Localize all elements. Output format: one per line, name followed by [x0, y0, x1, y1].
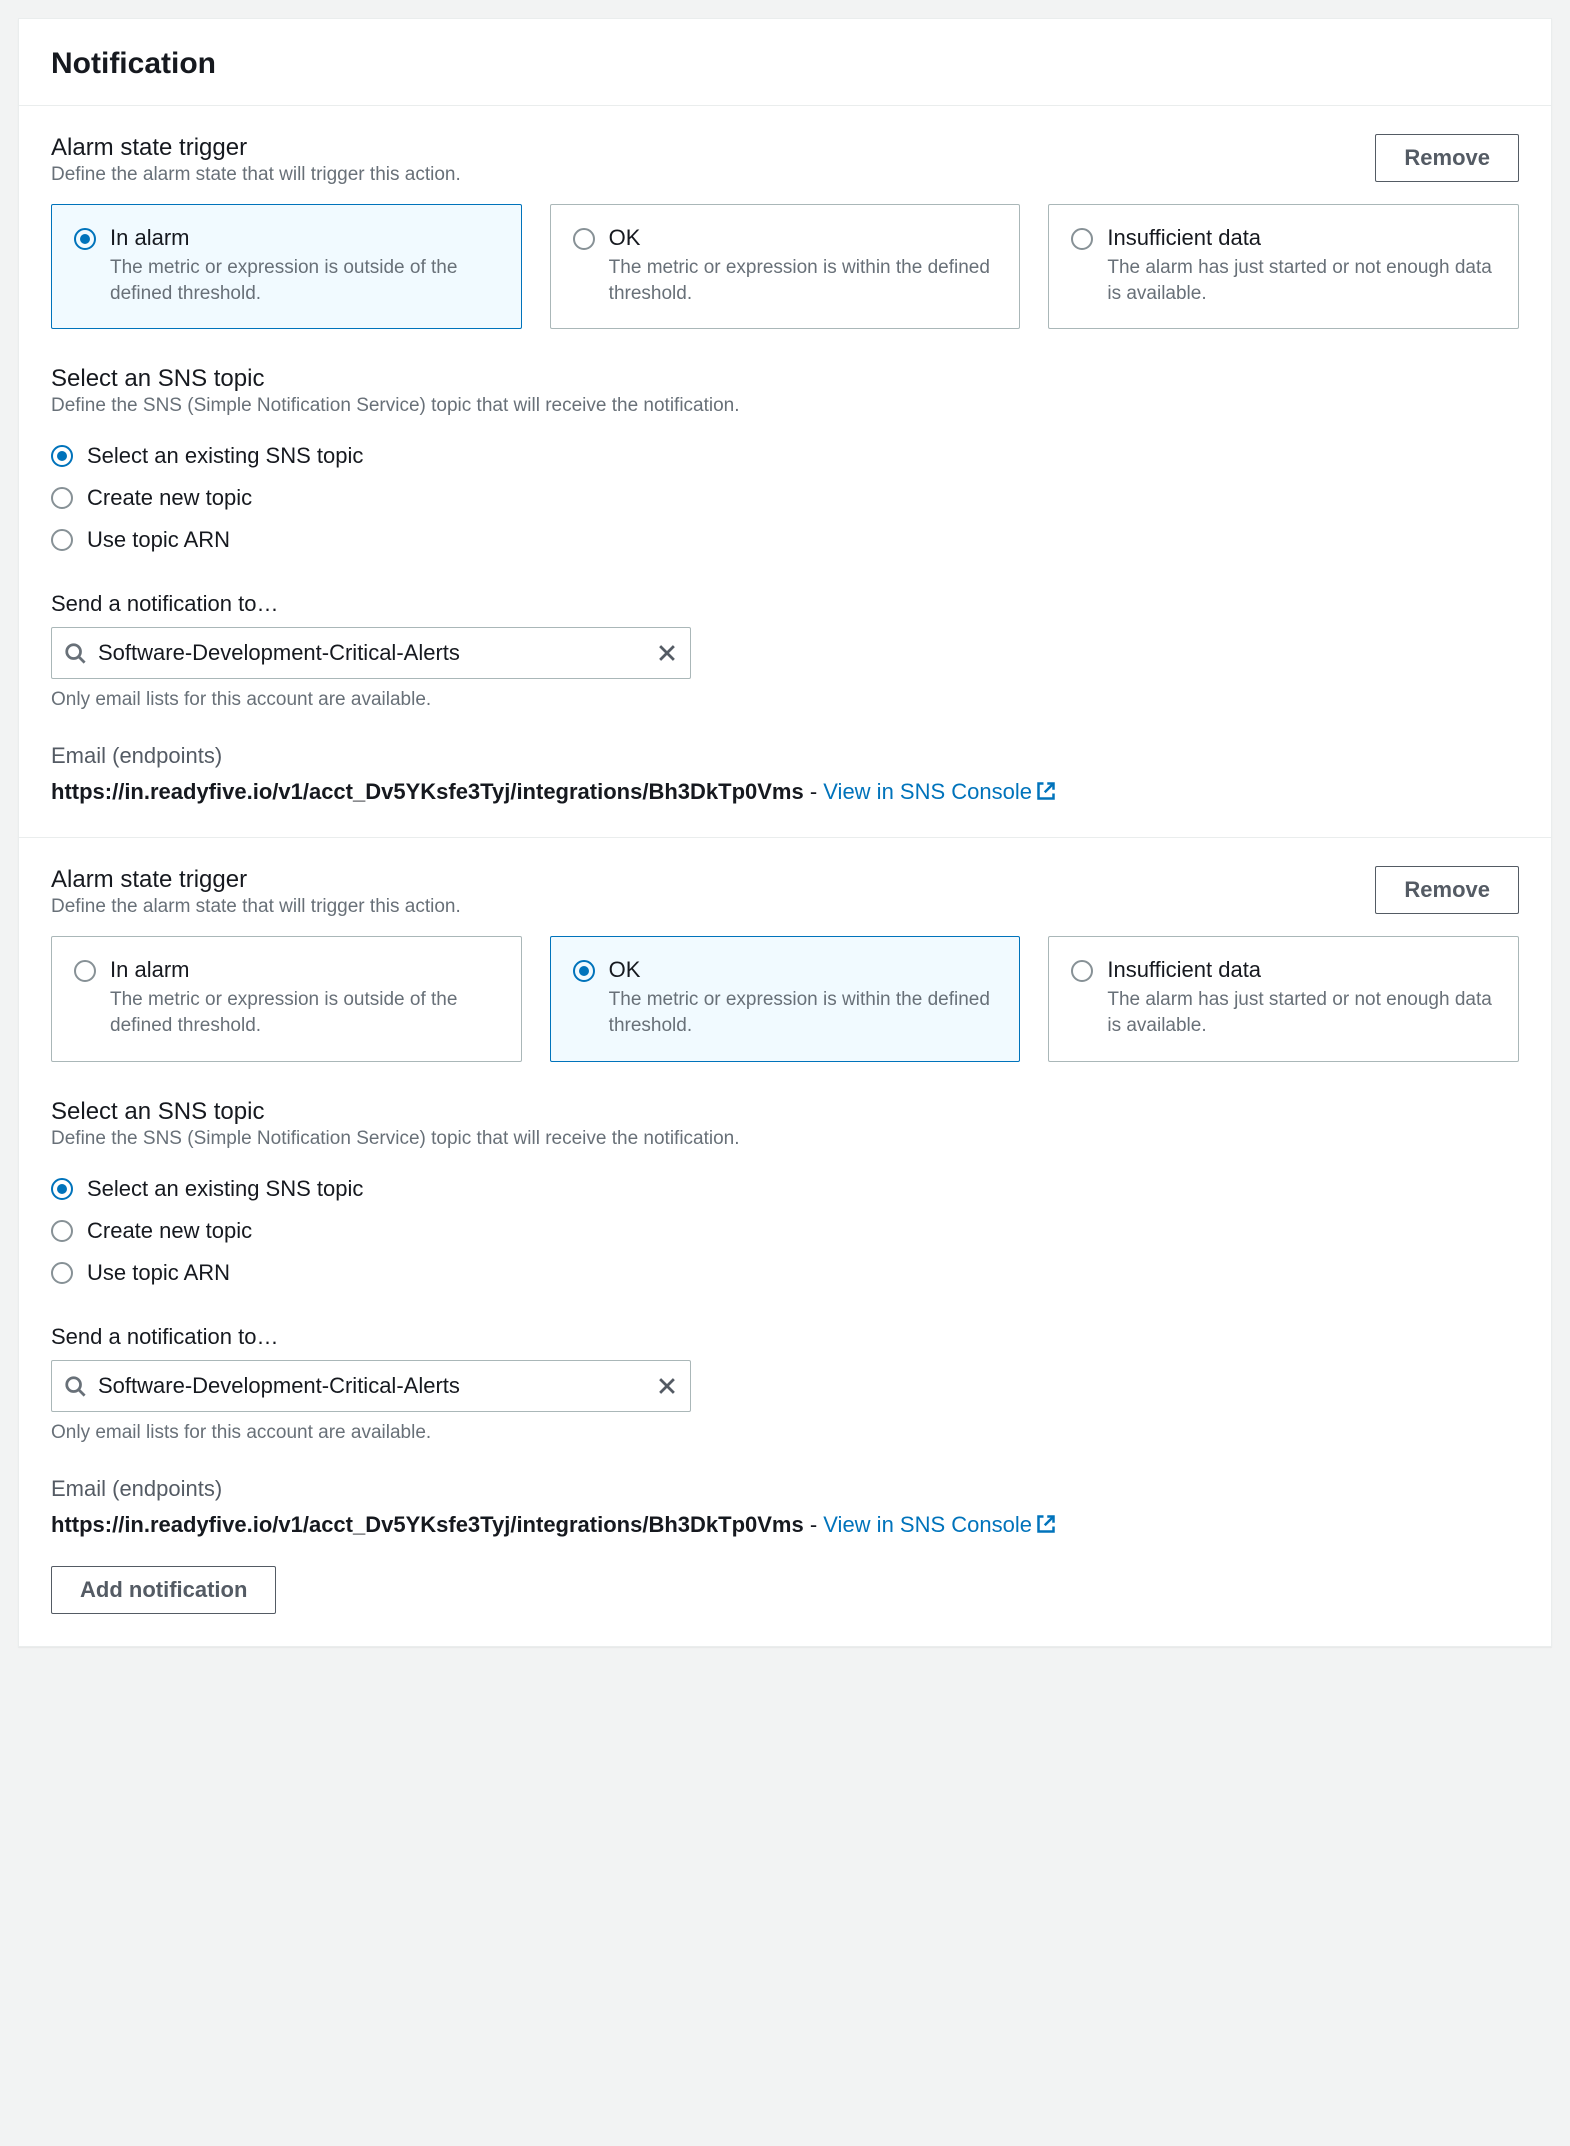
tile-title: Insufficient data [1107, 225, 1496, 251]
tile-title: In alarm [110, 957, 499, 983]
endpoint-line: https://in.readyfive.io/v1/acct_Dv5YKsfe… [51, 1512, 1519, 1538]
sns-topic-option[interactable]: Select an existing SNS topic [51, 1168, 1519, 1210]
alarm-state-tiles: In alarm The metric or expression is outs… [51, 936, 1519, 1061]
tile-desc: The metric or expression is outside of t… [110, 987, 499, 1038]
tile-desc: The alarm has just started or not enough… [1107, 987, 1496, 1038]
sns-heading: Select an SNS topic [51, 1098, 1519, 1126]
radio-icon [1071, 228, 1093, 250]
external-link-icon [1032, 1512, 1056, 1537]
alarm-state-desc: Define the alarm state that will trigger… [51, 896, 461, 918]
send-to-combobox[interactable] [51, 627, 691, 679]
alarm-state-heading: Alarm state trigger [51, 866, 461, 894]
notification-block: Alarm state triggerDefine the alarm stat… [19, 838, 1551, 1541]
external-link-icon [1032, 779, 1056, 804]
sns-desc: Define the SNS (Simple Notification Serv… [51, 395, 1519, 417]
footer-actions: Add notification [19, 1542, 1551, 1646]
sns-topic-option-label: Use topic ARN [87, 1260, 230, 1286]
notification-block: Alarm state triggerDefine the alarm stat… [19, 106, 1551, 809]
remove-button[interactable]: Remove [1375, 866, 1519, 914]
tile-desc: The alarm has just started or not enough… [1107, 255, 1496, 306]
alarm-state-tile[interactable]: OK The metric or expression is within the… [550, 936, 1021, 1061]
view-in-sns-link[interactable]: View in SNS Console [823, 1512, 1056, 1537]
view-in-sns-link[interactable]: View in SNS Console [823, 779, 1056, 804]
sns-topic-option[interactable]: Select an existing SNS topic [51, 435, 1519, 477]
alarm-state-tile[interactable]: In alarm The metric or expression is outs… [51, 204, 522, 329]
radio-icon [51, 1178, 73, 1200]
alarm-state-tile[interactable]: OK The metric or expression is within the… [550, 204, 1021, 329]
tile-desc: The metric or expression is outside of t… [110, 255, 499, 306]
sns-topic-option-label: Select an existing SNS topic [87, 1176, 363, 1202]
send-to-combobox[interactable] [51, 1360, 691, 1412]
endpoints: Email (endpoints) https://in.readyfive.io… [51, 743, 1519, 805]
radio-icon [51, 487, 73, 509]
send-to-input[interactable] [96, 1372, 646, 1400]
sns-topic-options: Select an existing SNS topic Create new t… [51, 435, 1519, 561]
sns-topic-options: Select an existing SNS topic Create new t… [51, 1168, 1519, 1294]
radio-icon [51, 445, 73, 467]
sns-heading: Select an SNS topic [51, 365, 1519, 393]
alarm-state-tile[interactable]: Insufficient data The alarm has just star… [1048, 936, 1519, 1061]
send-to-input[interactable] [96, 639, 646, 667]
sns-topic-option[interactable]: Create new topic [51, 477, 1519, 519]
panel-title: Notification [51, 47, 1519, 81]
search-icon [64, 642, 86, 664]
endpoint-url: https://in.readyfive.io/v1/acct_Dv5YKsfe… [51, 779, 804, 804]
add-notification-button[interactable]: Add notification [51, 1566, 276, 1614]
endpoint-url: https://in.readyfive.io/v1/acct_Dv5YKsfe… [51, 1512, 804, 1537]
sns-topic-option[interactable]: Create new topic [51, 1210, 1519, 1252]
sns-topic-option-label: Use topic ARN [87, 527, 230, 553]
alarm-state-tile[interactable]: Insufficient data The alarm has just star… [1048, 204, 1519, 329]
sns-topic-option[interactable]: Use topic ARN [51, 1252, 1519, 1294]
radio-icon [51, 529, 73, 551]
remove-button[interactable]: Remove [1375, 134, 1519, 182]
tile-desc: The metric or expression is within the d… [609, 987, 998, 1038]
send-to-label: Send a notification to… [51, 591, 1519, 617]
notification-panel: Notification Alarm state triggerDefine t… [18, 18, 1552, 1647]
send-to-label: Send a notification to… [51, 1324, 1519, 1350]
endpoints-title: Email (endpoints) [51, 1476, 1519, 1502]
alarm-state-tile[interactable]: In alarm The metric or expression is outs… [51, 936, 522, 1061]
radio-icon [74, 228, 96, 250]
endpoints-title: Email (endpoints) [51, 743, 1519, 769]
radio-icon [51, 1220, 73, 1242]
sns-desc: Define the SNS (Simple Notification Serv… [51, 1128, 1519, 1150]
tile-title: OK [609, 225, 998, 251]
radio-icon [51, 1262, 73, 1284]
alarm-state-heading: Alarm state trigger [51, 134, 461, 162]
alarm-state-desc: Define the alarm state that will trigger… [51, 164, 461, 186]
tile-desc: The metric or expression is within the d… [609, 255, 998, 306]
tile-title: Insufficient data [1107, 957, 1496, 983]
separator: - [804, 779, 824, 804]
clear-icon[interactable] [656, 1375, 678, 1397]
send-to-helper: Only email lists for this account are av… [51, 689, 1519, 711]
search-icon [64, 1375, 86, 1397]
separator: - [804, 1512, 824, 1537]
endpoint-line: https://in.readyfive.io/v1/acct_Dv5YKsfe… [51, 779, 1519, 805]
sns-topic-option-label: Create new topic [87, 1218, 252, 1244]
clear-icon[interactable] [656, 642, 678, 664]
radio-icon [74, 960, 96, 982]
send-to-helper: Only email lists for this account are av… [51, 1422, 1519, 1444]
tile-title: In alarm [110, 225, 499, 251]
sns-topic-option-label: Create new topic [87, 485, 252, 511]
sns-topic-option-label: Select an existing SNS topic [87, 443, 363, 469]
endpoints: Email (endpoints) https://in.readyfive.io… [51, 1476, 1519, 1538]
radio-icon [573, 960, 595, 982]
tile-title: OK [609, 957, 998, 983]
panel-header: Notification [19, 19, 1551, 106]
radio-icon [1071, 960, 1093, 982]
alarm-state-tiles: In alarm The metric or expression is outs… [51, 204, 1519, 329]
sns-topic-option[interactable]: Use topic ARN [51, 519, 1519, 561]
radio-icon [573, 228, 595, 250]
